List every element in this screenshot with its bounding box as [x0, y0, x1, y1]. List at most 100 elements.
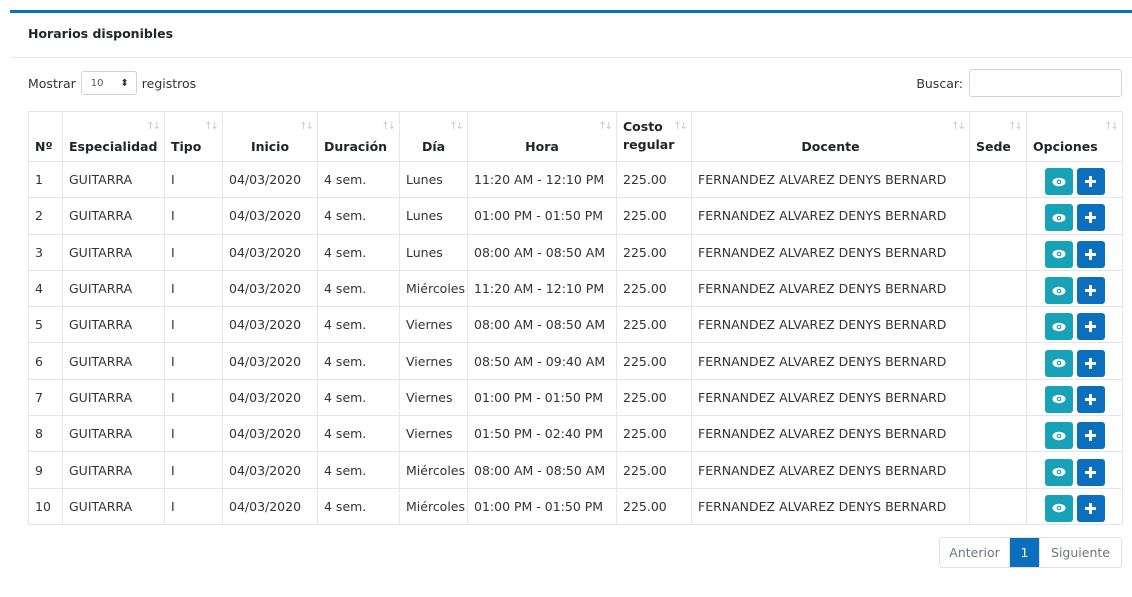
add-button[interactable]: [1076, 204, 1105, 232]
sort-icon: ↑↓: [598, 121, 613, 132]
col-header-especialidad[interactable]: ↑↓ Especialidad: [62, 111, 165, 162]
col-header-number[interactable]: Nº: [28, 111, 63, 162]
cell-dia: Viernes: [399, 378, 468, 417]
view-button[interactable]: [1044, 204, 1073, 232]
cell-tipo: I: [164, 342, 223, 380]
add-button[interactable]: [1076, 494, 1105, 522]
cell-especialidad: GUITARRA: [62, 342, 165, 380]
col-header-dia[interactable]: ↑↓ Día: [399, 111, 468, 162]
cell-docente: FERNANDEZ ALVAREZ DENYS BERNARD: [691, 415, 970, 453]
card-title: Horarios disponibles: [10, 13, 1132, 58]
cell-especialidad: GUITARRA: [62, 269, 165, 308]
cell-especialidad: GUITARRA: [62, 451, 165, 489]
cell-number: 9: [28, 451, 63, 489]
view-button[interactable]: [1044, 494, 1073, 522]
cell-tipo: I: [164, 269, 223, 308]
cell-inicio: 04/03/2020: [222, 306, 318, 344]
eye-icon: [1052, 504, 1065, 513]
add-button[interactable]: [1076, 240, 1105, 268]
cell-opciones: [1026, 415, 1123, 453]
sort-icon: ↑↓: [146, 121, 161, 132]
cell-dia: Viernes: [399, 415, 468, 453]
add-button[interactable]: [1076, 277, 1105, 305]
add-button[interactable]: [1076, 385, 1105, 413]
cell-costo: 225.00: [616, 233, 692, 271]
eye-icon: [1052, 286, 1065, 295]
cell-hora: 01:00 PM - 01:50 PM: [467, 197, 617, 235]
search-input[interactable]: [969, 69, 1122, 97]
view-button[interactable]: [1044, 168, 1073, 196]
cell-tipo: I: [164, 451, 223, 489]
cell-opciones: [1026, 342, 1123, 380]
col-header-docente[interactable]: ↑↓ Docente: [691, 111, 970, 162]
cell-hora: 08:00 AM - 08:50 AM: [467, 233, 617, 271]
cell-hora: 08:50 AM - 09:40 AM: [467, 342, 617, 380]
cell-opciones: [1026, 269, 1123, 308]
cell-hora: 01:00 PM - 01:50 PM: [467, 378, 617, 417]
view-button[interactable]: [1044, 385, 1073, 413]
view-button[interactable]: [1044, 349, 1073, 377]
table-header-row: Nº ↑↓ Especialidad ↑↓ Tipo ↑↓ Inicio ↑↓ Dura…: [28, 111, 1123, 162]
col-header-opciones[interactable]: ↑↓ Opciones: [1026, 111, 1123, 162]
view-button[interactable]: [1044, 240, 1073, 268]
cell-hora: 01:50 PM - 02:40 PM: [467, 415, 617, 453]
cell-especialidad: GUITARRA: [62, 415, 165, 453]
cell-inicio: 04/03/2020: [222, 269, 318, 308]
col-header-sede[interactable]: ↑↓ Sede: [969, 111, 1027, 162]
cell-costo: 225.00: [616, 269, 692, 308]
cell-tipo: I: [164, 306, 223, 344]
add-button[interactable]: [1076, 458, 1105, 486]
cell-dia: Miércoles: [399, 487, 468, 525]
view-button[interactable]: [1044, 277, 1073, 305]
cell-number: 3: [28, 233, 63, 271]
eye-icon: [1052, 249, 1065, 259]
cell-docente: FERNANDEZ ALVAREZ DENYS BERNARD: [691, 451, 970, 489]
col-header-inicio[interactable]: ↑↓ Inicio: [222, 111, 318, 162]
eye-icon: [1052, 467, 1065, 477]
col-header-duracion[interactable]: ↑↓ Duración: [317, 111, 400, 162]
pagination-previous[interactable]: Anterior: [940, 538, 1010, 567]
pagination-next[interactable]: Siguiente: [1039, 538, 1121, 567]
cell-docente: FERNANDEZ ALVAREZ DENYS BERNARD: [691, 160, 970, 199]
cell-dia: Lunes: [399, 233, 468, 271]
cell-dia: Lunes: [399, 160, 468, 199]
add-button[interactable]: [1076, 313, 1105, 341]
cell-sede: [969, 197, 1027, 235]
cell-costo: 225.00: [616, 487, 692, 525]
cell-costo: 225.00: [616, 197, 692, 235]
col-header-costo-regular[interactable]: ↑↓ Costo regular: [616, 111, 692, 162]
cell-costo: 225.00: [616, 306, 692, 344]
schedules-table: Nº ↑↓ Especialidad ↑↓ Tipo ↑↓ Inicio ↑↓ Dura…: [28, 111, 1123, 525]
col-header-tipo[interactable]: ↑↓ Tipo: [164, 111, 223, 162]
add-button[interactable]: [1076, 422, 1105, 450]
pagination-page-1[interactable]: 1: [1010, 538, 1039, 567]
search-control: Buscar:: [916, 69, 1122, 97]
table-row: 5 GUITARRA I 04/03/2020 4 sem. Viernes 08:00 A…: [28, 306, 1123, 344]
search-label: Buscar:: [916, 75, 963, 91]
eye-icon: [1052, 395, 1065, 404]
cell-costo: 225.00: [616, 415, 692, 453]
cell-sede: [969, 378, 1027, 417]
col-header-hora[interactable]: ↑↓ Hora: [467, 111, 617, 162]
cell-costo: 225.00: [616, 451, 692, 489]
cell-opciones: [1026, 197, 1123, 235]
cell-duracion: 4 sem.: [317, 415, 400, 453]
cell-number: 2: [28, 197, 63, 235]
page-length-select[interactable]: 10 ⬍: [80, 71, 137, 95]
cell-docente: FERNANDEZ ALVAREZ DENYS BERNARD: [691, 233, 970, 271]
view-button[interactable]: [1044, 458, 1073, 486]
cell-number: 6: [28, 342, 63, 380]
view-button[interactable]: [1044, 313, 1073, 341]
add-button[interactable]: [1076, 168, 1105, 196]
table-row: 1 GUITARRA I 04/03/2020 4 sem. Lunes 11:20 AM …: [28, 160, 1123, 199]
cell-costo: 225.00: [616, 160, 692, 199]
add-button[interactable]: [1076, 349, 1105, 377]
view-button[interactable]: [1044, 422, 1073, 450]
cell-tipo: I: [164, 415, 223, 453]
sort-icon: ↑↓: [673, 121, 688, 132]
plus-icon: [1085, 321, 1096, 333]
cell-sede: [969, 451, 1027, 489]
length-prefix: Mostrar: [28, 75, 76, 91]
eye-icon: [1052, 358, 1065, 368]
cell-hora: 01:00 PM - 01:50 PM: [467, 487, 617, 525]
